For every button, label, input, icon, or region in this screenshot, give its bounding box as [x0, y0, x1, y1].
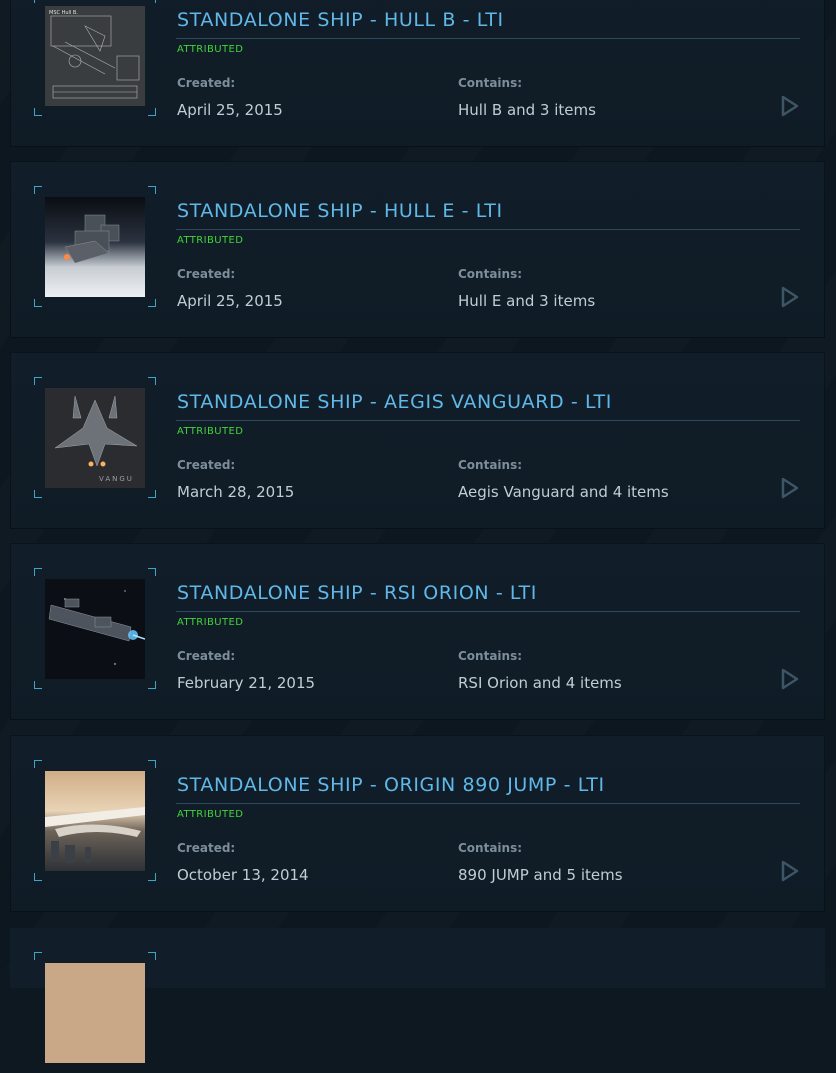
pledge-title[interactable]: STANDALONE SHIP - HULL B - LTI — [177, 9, 504, 31]
play-arrow-icon[interactable] — [780, 668, 800, 690]
pledge-title[interactable]: STANDALONE SHIP - AEGIS VANGUARD - LTI — [177, 391, 612, 413]
created-value: March 28, 2015 — [177, 483, 295, 501]
pledge-card-partial[interactable] — [10, 928, 825, 1063]
status-badge: ATTRIBUTED — [177, 809, 244, 820]
ship-thumbnail[interactable] — [45, 579, 145, 679]
contains-label: Contains: — [458, 841, 523, 855]
play-arrow-icon[interactable] — [780, 286, 800, 308]
created-label: Created: — [177, 267, 236, 281]
thumbnail-frame — [34, 568, 156, 689]
ship-thumbnail[interactable] — [45, 771, 145, 871]
ship-thumbnail[interactable]: VANGU — [45, 388, 145, 488]
thumbnail-frame: MSC Hull B. — [34, 0, 156, 116]
thumbnail-caption: VANGU — [99, 475, 134, 483]
created-label: Created: — [177, 841, 236, 855]
play-arrow-icon[interactable] — [780, 860, 800, 882]
play-arrow-icon[interactable] — [780, 477, 800, 499]
status-badge: ATTRIBUTED — [177, 617, 244, 628]
status-badge: ATTRIBUTED — [177, 44, 244, 55]
contains-label: Contains: — [458, 76, 523, 90]
thumbnail-frame — [34, 186, 156, 307]
pledge-title[interactable]: STANDALONE SHIP - RSI ORION - LTI — [177, 582, 537, 604]
contains-value: Hull B and 3 items — [458, 101, 596, 119]
created-label: Created: — [177, 76, 236, 90]
pledge-card[interactable]: STANDALONE SHIP - RSI ORION - LTI ATTRIB… — [10, 543, 825, 720]
created-value: April 25, 2015 — [177, 101, 283, 119]
contains-value: Hull E and 3 items — [458, 292, 596, 310]
title-divider — [176, 803, 800, 804]
contains-value: RSI Orion and 4 items — [458, 674, 622, 692]
pledge-title[interactable]: STANDALONE SHIP - HULL E - LTI — [177, 200, 503, 222]
thumbnail-frame — [34, 952, 156, 1073]
created-label: Created: — [177, 458, 236, 472]
contains-label: Contains: — [458, 267, 523, 281]
pledge-card[interactable]: MSC Hull B. STANDALONE SHIP - HULL B - L… — [10, 0, 825, 147]
contains-label: Contains: — [458, 649, 523, 663]
title-divider — [176, 38, 800, 39]
contains-value: 890 JUMP and 5 items — [458, 866, 623, 884]
play-arrow-icon[interactable] — [780, 95, 800, 117]
pledge-card[interactable]: VANGU STANDALONE SHIP - AEGIS VANGUARD -… — [10, 352, 825, 529]
status-badge: ATTRIBUTED — [177, 426, 244, 437]
svg-text:MSC Hull B.: MSC Hull B. — [49, 10, 78, 16]
pledge-card[interactable]: STANDALONE SHIP - HULL E - LTI ATTRIBUTE… — [10, 161, 825, 338]
ship-thumbnail[interactable]: MSC Hull B. — [45, 6, 145, 106]
title-divider — [176, 611, 800, 612]
status-badge: ATTRIBUTED — [177, 235, 244, 246]
title-divider — [176, 420, 800, 421]
thumbnail-frame: VANGU — [34, 377, 156, 498]
created-label: Created: — [177, 649, 236, 663]
contains-label: Contains: — [458, 458, 523, 472]
created-value: October 13, 2014 — [177, 866, 309, 884]
thumbnail-frame — [34, 760, 156, 881]
title-divider — [176, 229, 800, 230]
created-value: February 21, 2015 — [177, 674, 316, 692]
created-value: April 25, 2015 — [177, 292, 283, 310]
ship-thumbnail[interactable] — [45, 197, 145, 297]
pledge-card[interactable]: STANDALONE SHIP - ORIGIN 890 JUMP - LTI … — [10, 735, 825, 912]
contains-value: Aegis Vanguard and 4 items — [458, 483, 669, 501]
pledge-title[interactable]: STANDALONE SHIP - ORIGIN 890 JUMP - LTI — [177, 774, 605, 796]
ship-thumbnail[interactable] — [45, 963, 145, 1063]
